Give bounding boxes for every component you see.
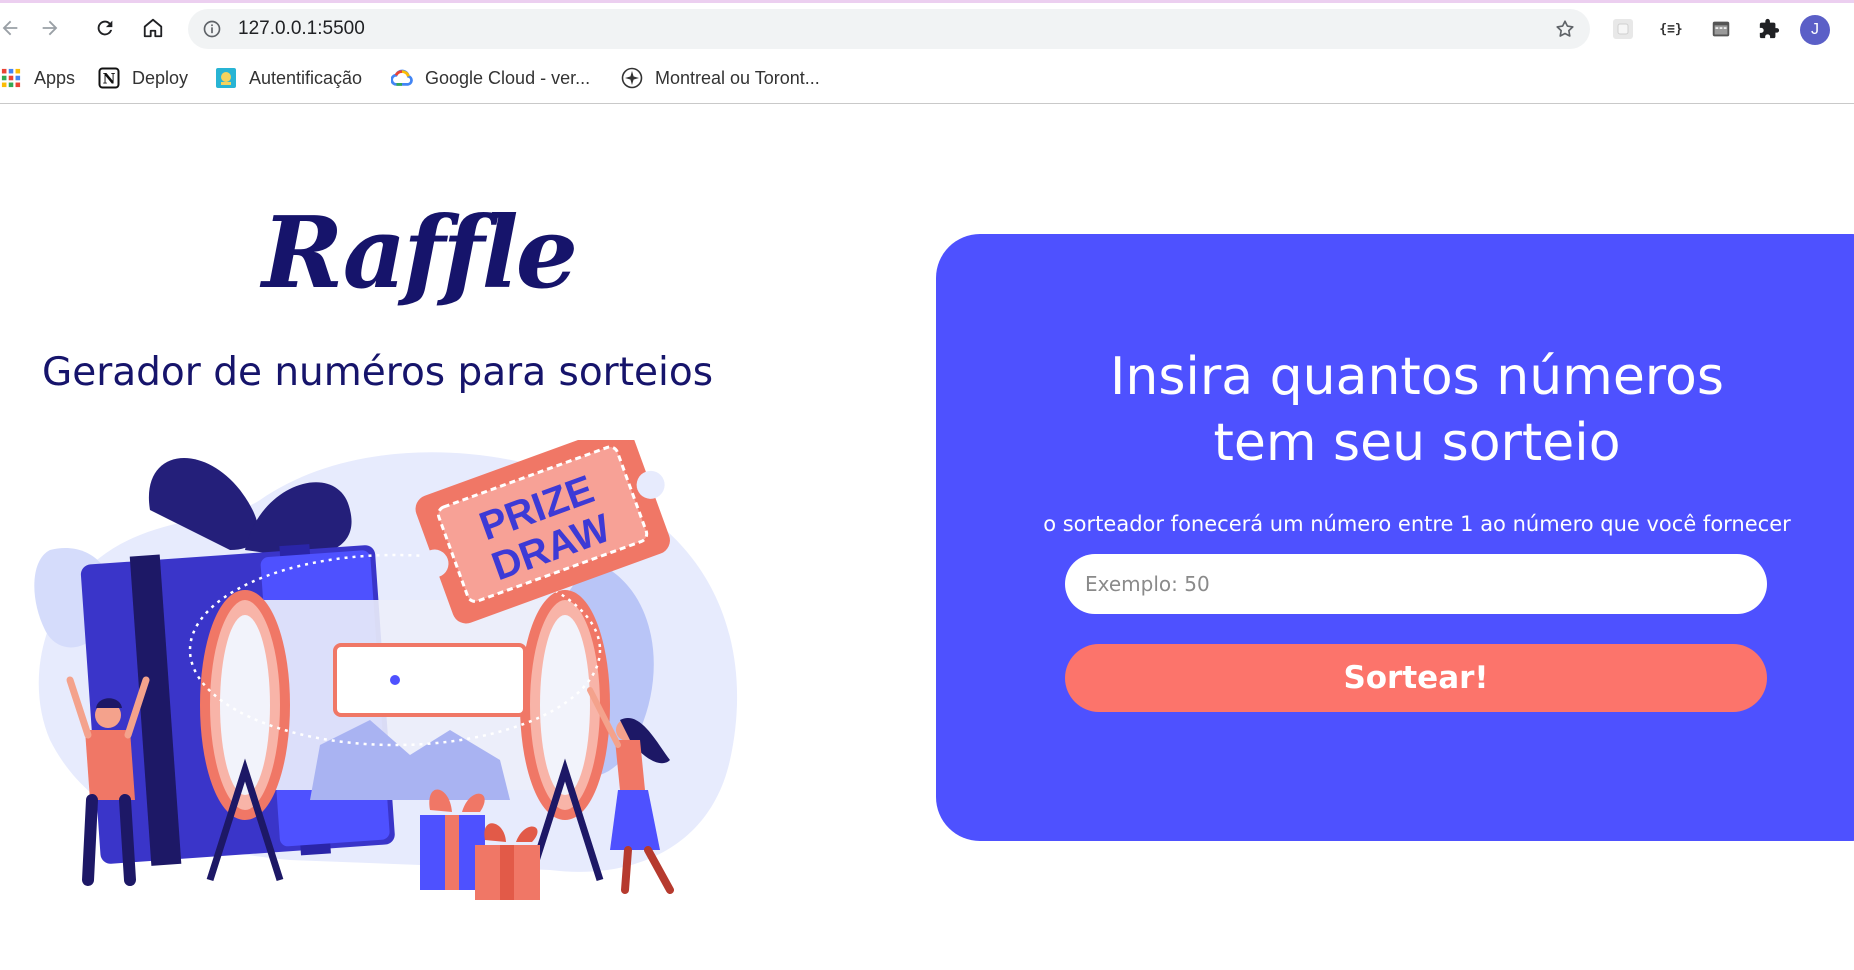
bookmark-star-icon[interactable] [1554, 18, 1576, 40]
bookmarks-bar: Apps N Deploy Autentificação Google Clou… [0, 53, 1854, 104]
bookmark-deploy[interactable]: N Deploy [98, 66, 188, 90]
json-formatter-button[interactable]: {≡} [1659, 17, 1683, 41]
auth-icon [215, 67, 237, 89]
bookmark-autentificacao[interactable]: Autentificação [215, 66, 362, 90]
address-bar[interactable]: 127.0.0.1:5500 [188, 9, 1590, 49]
json-extension-icon: {≡} [1659, 21, 1683, 37]
apps-grid-icon [0, 67, 22, 89]
svg-text:N: N [103, 72, 116, 88]
card-title-line2: tem seu sorteio [1213, 413, 1621, 473]
page-subtitle: Gerador de numéros para sorteios [42, 350, 714, 395]
info-icon[interactable] [202, 19, 222, 39]
extension-1-button[interactable] [1611, 17, 1635, 41]
arrow-right-icon [42, 20, 58, 36]
compass-icon [621, 67, 643, 89]
card-title-line1: Insira quantos números [1110, 347, 1724, 407]
home-icon [143, 18, 163, 38]
draw-button[interactable]: Sortear! [1065, 644, 1767, 712]
profile-avatar[interactable]: J [1800, 15, 1830, 45]
prize-draw-illustration: PRIZE DRAW [34, 440, 738, 900]
bookmark-apps[interactable]: Apps [0, 66, 75, 90]
google-cloud-icon [391, 67, 413, 89]
card-title: Insira quantos números tem seu sorteio [936, 344, 1854, 476]
bookmark-google-cloud[interactable]: Google Cloud - ver... [391, 66, 590, 90]
url-text[interactable]: 127.0.0.1:5500 [238, 18, 365, 40]
browser-toolbar: 127.0.0.1:5500 {≡} J [0, 3, 1854, 53]
extension-tile-icon [1613, 19, 1633, 39]
reload-button[interactable] [91, 14, 119, 42]
reload-icon [97, 20, 113, 36]
bookmark-label: Google Cloud - ver... [425, 67, 591, 88]
extensions-menu-button[interactable] [1757, 17, 1781, 41]
puzzle-icon [1759, 18, 1780, 39]
quantity-input[interactable] [1065, 554, 1767, 614]
bookmark-montreal[interactable]: Montreal ou Toront... [621, 66, 820, 90]
card-description: o sorteador fonecerá um número entre 1 a… [1043, 512, 1791, 536]
raffle-logo: Raffle [262, 196, 578, 311]
raffle-form-card: Insira quantos números tem seu sorteio o… [936, 234, 1854, 841]
arrow-left-icon [2, 20, 18, 36]
extension-3-button[interactable] [1709, 17, 1733, 41]
back-button[interactable] [0, 14, 24, 42]
bookmark-label: Deploy [132, 67, 189, 88]
bookmark-label: Montreal ou Toront... [655, 67, 820, 88]
bookmark-label: Autentificação [249, 67, 363, 88]
home-button[interactable] [139, 14, 167, 42]
forward-button[interactable] [36, 14, 64, 42]
bookmark-label: Apps [34, 67, 76, 88]
notion-icon: N [98, 67, 120, 89]
calendar-extension-icon [1712, 21, 1730, 37]
